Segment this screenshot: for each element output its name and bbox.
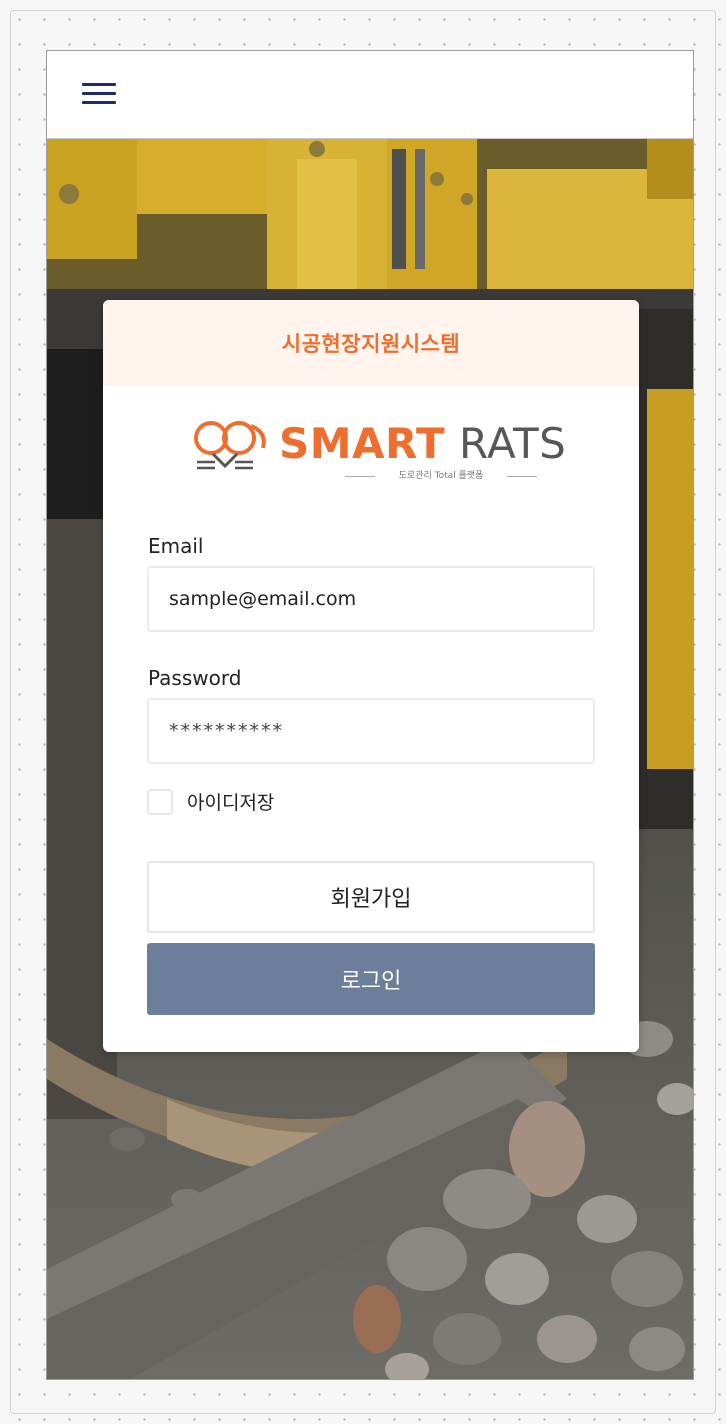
email-field[interactable]: [147, 566, 595, 632]
login-button[interactable]: 로그인: [147, 943, 595, 1015]
smart-rats-logo: SMART RATS 도로관리 Total 플랫폼: [191, 416, 566, 486]
system-title: 시공현장지원시스템: [281, 332, 461, 356]
remember-id-checkbox[interactable]: [147, 789, 173, 815]
signup-button[interactable]: 회원가입: [147, 861, 595, 933]
logo-smart-text: SMART: [279, 419, 446, 468]
mouse-logo-icon: [194, 421, 266, 470]
hamburger-menu-icon[interactable]: [82, 81, 116, 109]
device-screen: 시공현장지원시스템 SMART RATS 도로관리 Total 플랫폼 Emai…: [46, 50, 694, 1380]
logo-tagline: 도로관리 Total 플랫폼: [331, 468, 551, 484]
remember-id-label: 아이디저장: [187, 792, 275, 814]
password-field[interactable]: [147, 698, 595, 764]
logo-wordmark: SMART RATS: [279, 416, 566, 472]
top-bar: [47, 51, 693, 139]
email-label: Email: [148, 534, 204, 558]
card-header: 시공현장지원시스템: [103, 300, 639, 386]
password-label: Password: [148, 666, 242, 690]
logo-rats-text: RATS: [459, 419, 567, 468]
login-card: 시공현장지원시스템 SMART RATS 도로관리 Total 플랫폼 Emai…: [103, 300, 639, 1052]
